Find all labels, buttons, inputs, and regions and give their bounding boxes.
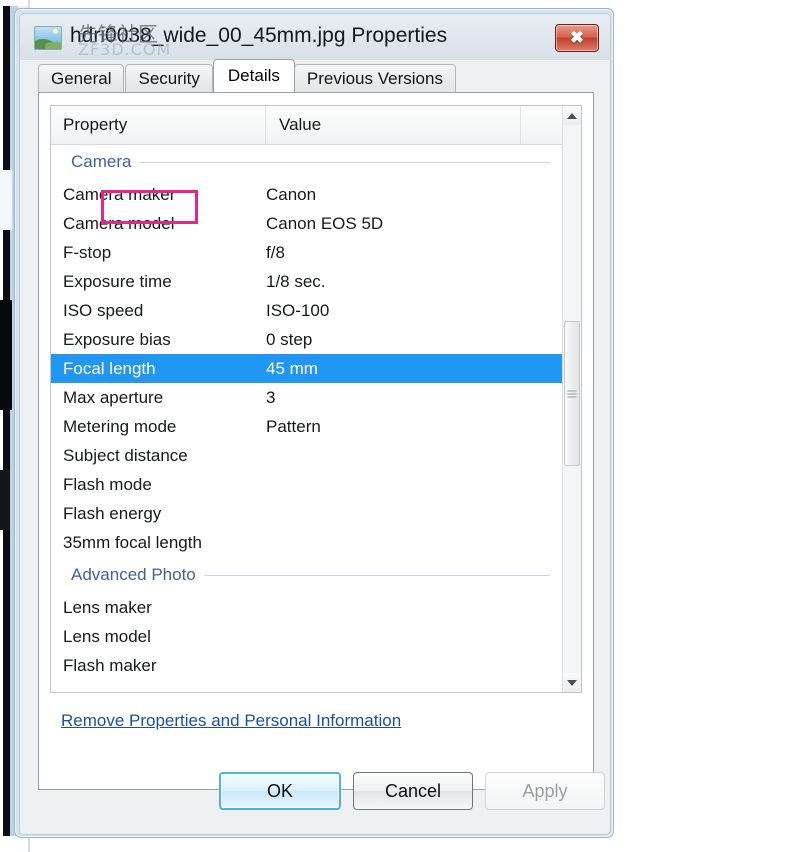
row-property: Exposure time [51,272,261,292]
section-label: Advanced Photo [51,565,204,585]
background-window-edge-dark [3,6,10,836]
properties-dialog: hdri0038_wide_00_45mm.jpg Properties 先锋社… [14,8,614,838]
scrollbar-grip-icon [568,390,577,397]
background-artifact-dark-2 [0,470,10,530]
row-value: Pattern [261,417,564,437]
table-row[interactable]: Subject distance [51,441,564,470]
row-property: Metering mode [51,417,261,437]
dialog-title: hdri0038_wide_00_45mm.jpg Properties [70,24,447,48]
row-value: 1/8 sec. [261,272,564,292]
row-value: ISO-100 [261,301,564,321]
row-value: 0 step [261,330,564,350]
table-row[interactable]: Flash energy [51,499,564,528]
ok-button[interactable]: OK [219,772,341,810]
section-rule [139,162,550,163]
scroll-down-arrow-icon[interactable] [563,673,581,692]
table-row[interactable]: Metering mode Pattern [51,412,564,441]
row-property: Lens model [51,627,261,647]
listview-scrollbar[interactable] [562,106,581,692]
row-value: 45 mm [261,359,564,379]
tab-strip: General Security Details Previous Versio… [38,60,610,92]
cancel-button[interactable]: Cancel [353,772,473,810]
dialog-inner-frame: hdri0038_wide_00_45mm.jpg Properties 先锋社… [19,13,611,835]
dialog-titlebar[interactable]: hdri0038_wide_00_45mm.jpg Properties 先锋社… [20,14,610,60]
apply-button[interactable]: Apply [485,772,605,810]
row-value: Canon [261,185,564,205]
table-row[interactable]: Exposure bias 0 step [51,325,564,354]
row-property: Max aperture [51,388,261,408]
dialog-button-bar: OK Cancel Apply [20,772,611,818]
table-row[interactable]: Lens maker [51,593,564,622]
row-value: f/8 [261,243,564,263]
tab-previous-versions[interactable]: Previous Versions [294,64,456,92]
table-row[interactable]: 35mm focal length [51,528,564,557]
scrollbar-thumb[interactable] [564,321,580,466]
row-property: Flash maker [51,656,261,676]
section-rule [204,575,550,576]
tab-security[interactable]: Security [125,64,212,92]
remove-properties-link[interactable]: Remove Properties and Personal Informati… [61,711,401,731]
row-property: 35mm focal length [51,533,261,553]
section-label: Camera [51,152,139,172]
section-header-advanced-photo: Advanced Photo [51,557,564,593]
table-row[interactable]: Max aperture 3 [51,383,564,412]
listview-rows: Camera Camera maker Canon Camera model C… [51,144,564,692]
table-row-selected[interactable]: Focal length 45 mm [51,354,564,383]
row-property: Flash energy [51,504,261,524]
listview-header: Property Value [51,106,581,145]
table-row[interactable]: Lens model [51,622,564,651]
image-file-icon [34,26,62,50]
close-button[interactable]: ✖ [555,24,599,52]
table-row[interactable]: Camera maker Canon [51,180,564,209]
column-header-property[interactable]: Property [51,106,266,144]
row-property: Exposure bias [51,330,261,350]
row-property: ISO speed [51,301,261,321]
scroll-up-arrow-icon[interactable] [563,106,581,125]
background-artifact-dark-1 [0,300,12,410]
row-property: F-stop [51,243,261,263]
details-tab-panel: Property Value Camera Camera maker Canon [38,92,594,790]
row-property: Camera model [51,214,261,234]
row-value: Canon EOS 5D [261,214,564,234]
row-property: Lens maker [51,598,261,618]
table-row[interactable]: Flash maker [51,651,564,680]
row-property: Flash mode [51,475,261,495]
table-row[interactable]: F-stop f/8 [51,238,564,267]
table-row[interactable]: Exposure time 1/8 sec. [51,267,564,296]
table-row[interactable]: ISO speed ISO-100 [51,296,564,325]
table-row[interactable]: Camera model Canon EOS 5D [51,209,564,238]
section-header-camera: Camera [51,144,564,180]
properties-listview[interactable]: Property Value Camera Camera maker Canon [50,105,582,693]
preview-pane: 思缘设计论坛 WWW.MISSYUAN.COM hdri0038_wide_0.… [620,0,800,852]
background-artifact-light [0,170,12,230]
column-header-value[interactable]: Value [266,106,521,144]
row-property: Subject distance [51,446,261,466]
tab-details[interactable]: Details [213,59,295,92]
table-row[interactable]: Flash mode [51,470,564,499]
row-value: 3 [261,388,564,408]
row-property: Focal length [51,359,261,379]
tab-general[interactable]: General [38,64,124,92]
row-property: Camera maker [51,185,261,205]
close-icon: ✖ [556,25,598,51]
